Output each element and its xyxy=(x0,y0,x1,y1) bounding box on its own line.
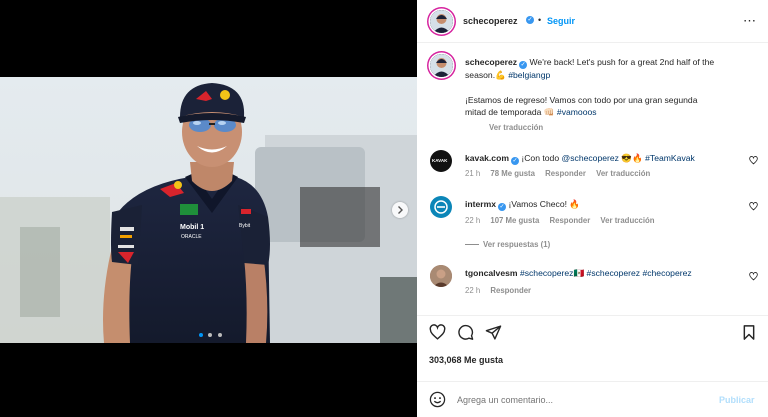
comment-item: tgoncalvesm #schecoperez🇲🇽 #schecoperez … xyxy=(417,263,768,303)
comment-username[interactable]: tgoncalvesm xyxy=(465,268,518,278)
kavak-logo-text: KAVAK xyxy=(432,158,448,163)
comment-time[interactable]: 21 h xyxy=(465,169,480,178)
follow-button[interactable]: Seguir xyxy=(547,16,575,26)
shirt-bybit-text: Bybit xyxy=(239,223,251,229)
save-bookmark-icon[interactable] xyxy=(741,324,757,341)
post-comment-button[interactable]: Publicar xyxy=(719,395,755,405)
emoji-picker-icon[interactable] xyxy=(429,391,446,408)
next-slide-button[interactable] xyxy=(392,202,408,218)
author-avatar[interactable] xyxy=(430,10,453,33)
comment-emoji: 😎🔥 xyxy=(621,153,643,163)
comment-composer: Publicar xyxy=(417,382,768,417)
replies-line xyxy=(465,244,479,246)
comment-like-heart-icon[interactable] xyxy=(749,156,758,165)
comment-emoji: 🔥 xyxy=(569,199,581,209)
comment-mention[interactable]: @schecoperez xyxy=(562,153,619,163)
comment-meta: 21 h 78 Me gusta Responder Ver traducció… xyxy=(465,169,650,178)
comment-likes[interactable]: 78 Me gusta xyxy=(490,169,535,178)
comment-meta: 22 h Responder xyxy=(465,286,531,295)
comment-avatar-kavak[interactable]: KAVAK xyxy=(430,150,452,172)
comment-bubble-icon[interactable] xyxy=(457,324,474,341)
comment-body: ¡Con todo xyxy=(521,153,562,163)
verified-badge-icon: ✓ xyxy=(519,61,528,69)
caption-translate-link[interactable]: Ver traducción xyxy=(489,123,543,132)
carousel-dot-active xyxy=(199,333,203,337)
caption-line-es-1: ¡Estamos de regreso! Vamos con todo por … xyxy=(465,95,698,105)
author-avatar-image xyxy=(430,10,453,33)
fist-emoji: 👊🏻 xyxy=(543,107,555,117)
comment-hashtag[interactable]: #checoperez xyxy=(642,268,691,278)
flexed-biceps-emoji: 💪 xyxy=(495,70,506,80)
caption-hashtag-belgiangp[interactable]: #belgiangp xyxy=(508,70,550,80)
intermx-logo-icon xyxy=(434,200,448,214)
caption-line-es-2: mitad de temporada xyxy=(465,107,542,117)
carousel-dots xyxy=(199,329,222,339)
comment-avatar-intermx[interactable] xyxy=(430,196,452,218)
shirt-mobil-text: Mobil 1 xyxy=(180,224,204,231)
header-dot-separator: • xyxy=(538,15,542,25)
caption-username[interactable]: schecoperez xyxy=(465,57,517,67)
post-side-panel: schecoperez ✓ • Seguir ⋯ schecoperez ✓ We… xyxy=(417,0,768,417)
comment-meta: 22 h 107 Me gusta Responder Ver traducci… xyxy=(465,216,655,225)
post-photo[interactable]: Mobil 1 ORACLE Bybit xyxy=(0,77,417,343)
comment-reply-button[interactable]: Responder xyxy=(545,169,586,178)
verified-badge-icon: ✓ xyxy=(526,16,534,24)
share-paper-plane-icon[interactable] xyxy=(485,324,502,341)
caption-avatar[interactable] xyxy=(430,54,453,77)
photo-illustration: Mobil 1 ORACLE Bybit xyxy=(0,77,417,343)
caption-text: schecoperez ✓ We're back! Let's push for … xyxy=(465,56,760,118)
comment-text: tgoncalvesm #schecoperez🇲🇽 #schecoperez … xyxy=(465,268,692,279)
comment-like-heart-icon[interactable] xyxy=(749,202,758,211)
action-bar xyxy=(417,322,768,346)
post-header: schecoperez ✓ • Seguir ⋯ xyxy=(417,0,768,42)
chevron-right-icon xyxy=(398,206,403,214)
comment-hashtag[interactable]: #schecoperez xyxy=(587,268,641,278)
header-divider xyxy=(417,42,768,43)
actions-divider xyxy=(417,315,768,316)
comment-text: intermx ✓ ¡Vamos Checo! 🔥 xyxy=(465,199,580,211)
comment-hashtag[interactable]: #TeamKavak xyxy=(645,153,695,163)
carousel-dot xyxy=(208,333,213,337)
view-replies-label: Ver respuestas (1) xyxy=(483,240,551,249)
caption-line-en-1: We're back! Let's push for a great 2nd h… xyxy=(529,57,715,67)
comment-body: ¡Vamos Checo! xyxy=(508,199,568,209)
comment-item: KAVAK kavak.com ✓ ¡Con todo @schecoperez … xyxy=(417,148,768,188)
likes-count[interactable]: 303,068 Me gusta xyxy=(429,355,503,365)
comment-input[interactable] xyxy=(455,391,709,409)
comment-likes[interactable]: 107 Me gusta xyxy=(490,216,539,225)
comment-like-heart-icon[interactable] xyxy=(749,272,758,281)
comment-time[interactable]: 22 h xyxy=(465,216,480,225)
comment-text: kavak.com ✓ ¡Con todo @schecoperez 😎🔥 #Te… xyxy=(465,153,745,165)
tgoncalvesm-avatar-image xyxy=(430,265,452,287)
caption-avatar-image xyxy=(430,54,453,77)
post-media: Mobil 1 ORACLE Bybit xyxy=(0,0,417,417)
comment-time[interactable]: 22 h xyxy=(465,286,480,295)
verified-badge-icon: ✓ xyxy=(510,157,519,165)
more-options-icon[interactable]: ⋯ xyxy=(743,13,756,29)
shirt-oracle-text: ORACLE xyxy=(181,234,202,240)
instagram-post-view: Mobil 1 ORACLE Bybit schecoperez ✓ • Seg… xyxy=(0,0,768,417)
comment-translate-link[interactable]: Ver traducción xyxy=(596,169,650,178)
carousel-dot xyxy=(217,333,222,337)
comment-mention[interactable]: #schecoperez xyxy=(520,268,574,278)
view-replies-toggle[interactable]: Ver respuestas (1) xyxy=(465,240,550,249)
like-heart-icon[interactable] xyxy=(429,324,446,341)
comment-username[interactable]: intermx xyxy=(465,199,496,209)
comment-reply-button[interactable]: Responder xyxy=(550,216,591,225)
mexico-flag-emoji: 🇲🇽 xyxy=(573,268,585,278)
comment-reply-button[interactable]: Responder xyxy=(490,286,531,295)
verified-badge-icon: ✓ xyxy=(498,203,507,211)
caption-hashtag-vamooos[interactable]: #vamooos xyxy=(557,107,597,117)
comment-avatar-tgoncalvesm[interactable] xyxy=(430,265,452,287)
caption-line-en-2: season. xyxy=(465,70,496,80)
comment-translate-link[interactable]: Ver traducción xyxy=(600,216,654,225)
comment-username[interactable]: kavak.com xyxy=(465,153,509,163)
comment-item: intermx ✓ ¡Vamos Checo! 🔥 22 h 107 Me gus… xyxy=(417,194,768,254)
author-username[interactable]: schecoperez xyxy=(463,16,518,26)
